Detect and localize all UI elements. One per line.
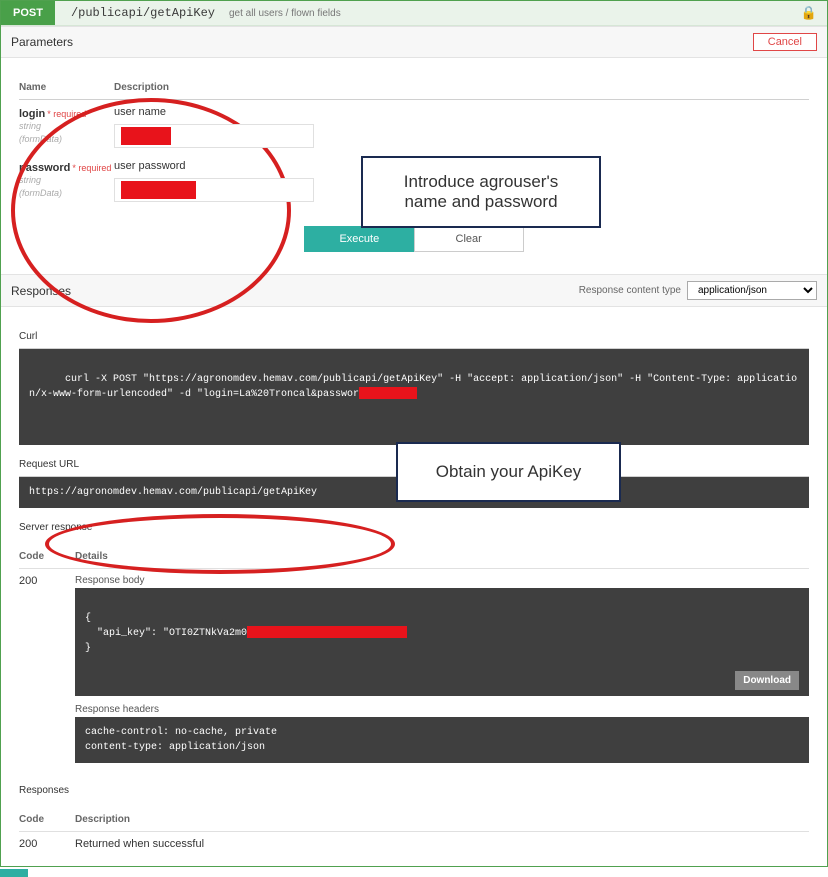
redacted-block <box>247 626 407 638</box>
lock-icon[interactable]: 🔒 <box>801 5 817 21</box>
param-desc: user name <box>114 106 809 118</box>
endpoint-path: /publicapi/getApiKey <box>61 2 225 24</box>
col-details: Details <box>75 545 809 569</box>
responses-title: Responses <box>11 284 71 298</box>
param-in: (formData) <box>19 187 114 200</box>
operation-header[interactable]: POST /publicapi/getApiKey get all users … <box>1 1 827 26</box>
redacted-block <box>121 127 171 145</box>
response-body-box[interactable]: { "api_key": "OTI0ZTNkVa2m0 } Download <box>75 588 809 696</box>
response-body-pre: { "api_key": "OTI0ZTNkVa2m0 <box>85 613 247 639</box>
responses-section-header: Responses Response content type applicat… <box>1 274 827 307</box>
callout-apikey: Obtain your ApiKey <box>396 442 621 502</box>
response-body-post: } <box>85 643 91 654</box>
required-star: * required <box>72 163 111 173</box>
col-code: Code <box>19 808 75 832</box>
redacted-block <box>359 387 417 399</box>
download-button[interactable]: Download <box>735 671 799 690</box>
required-star: * required <box>47 109 86 119</box>
response-headers-box[interactable]: cache-control: no-cache, private content… <box>75 717 809 763</box>
response-headers-label: Response headers <box>75 704 809 715</box>
curl-box[interactable]: curl -X POST "https://agronomdev.hemav.c… <box>19 349 809 445</box>
login-input[interactable] <box>114 124 314 148</box>
server-code: 200 <box>19 569 75 770</box>
content-type-select[interactable]: application/json <box>687 281 817 300</box>
method-badge: POST <box>1 1 55 25</box>
password-input[interactable] <box>114 178 314 202</box>
param-name: password <box>19 162 70 174</box>
col-description: Description <box>114 76 809 100</box>
param-name: login <box>19 108 45 120</box>
response-body-label: Response body <box>75 575 809 586</box>
col-name: Name <box>19 76 114 100</box>
resp-200-code: 200 <box>19 832 75 857</box>
callout-intro: Introduce agrouser's name and password <box>361 156 601 228</box>
content-type-label: Response content type <box>579 285 681 296</box>
param-type: string <box>19 120 114 133</box>
execute-button[interactable]: Execute <box>304 226 414 252</box>
param-type: string <box>19 174 114 187</box>
col-description: Description <box>75 808 809 832</box>
endpoint-summary: get all users / flown fields <box>229 8 341 19</box>
parameters-title: Parameters <box>11 35 73 49</box>
clear-button[interactable]: Clear <box>414 226 524 252</box>
bottom-accent <box>0 869 28 877</box>
server-response-label: Server response <box>19 516 809 539</box>
resp-200-desc: Returned when successful <box>75 832 809 857</box>
curl-label: Curl <box>19 325 809 349</box>
parameters-section-header: Parameters Cancel <box>1 26 827 58</box>
param-in: (formData) <box>19 133 114 146</box>
cancel-button[interactable]: Cancel <box>753 33 817 51</box>
col-code: Code <box>19 545 75 569</box>
redacted-block <box>121 181 196 199</box>
responses-table-label: Responses <box>19 779 809 802</box>
